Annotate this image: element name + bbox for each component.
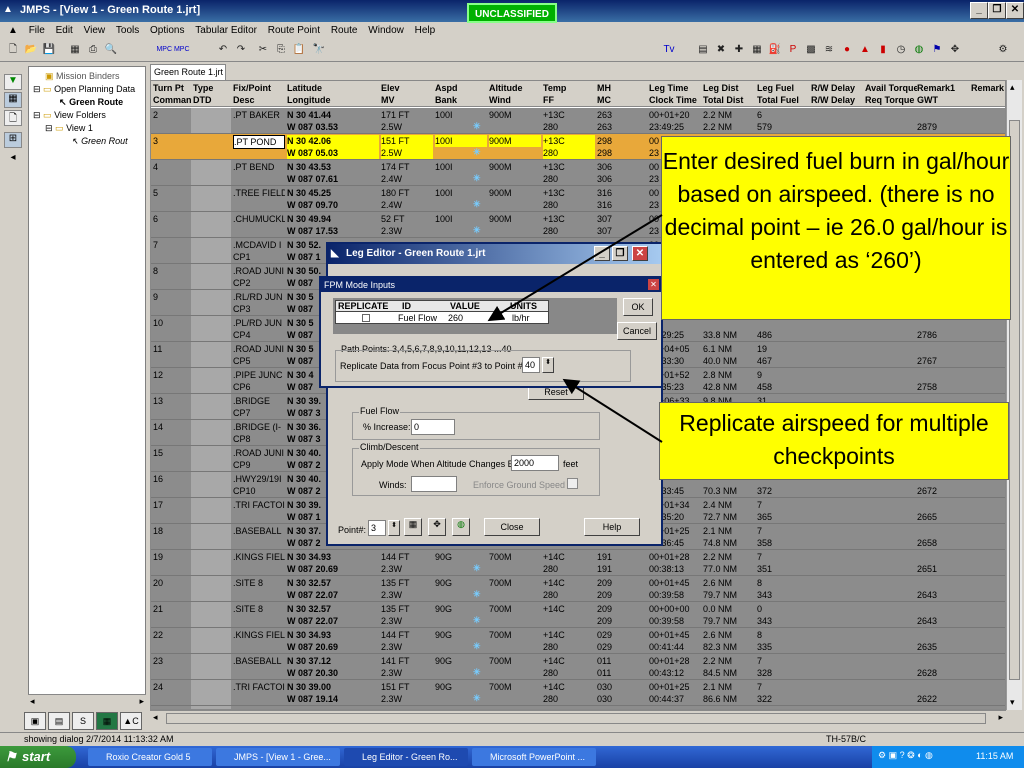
- status-bar: showing dialog 2/7/2014 11:13:32 AM TH-5…: [0, 732, 1024, 746]
- task-leg-editor[interactable]: Leg Editor - Green Ro...: [344, 748, 468, 766]
- task-jmps[interactable]: JMPS - [View 1 - Gree...: [216, 748, 340, 766]
- taskbar: ⚑ start Roxio Creator Gold 5 JMPS - [View…: [0, 746, 1024, 768]
- clock: 11:15 AM: [976, 751, 1014, 761]
- start-button[interactable]: ⚑ start: [0, 746, 76, 768]
- system-tray: ⚙ ▣ ? ❂ ◐ ◍ 11:15 AM: [872, 746, 1024, 768]
- callout-arrows: [487, 214, 663, 443]
- windows-flag-icon: ⚑: [5, 749, 17, 764]
- replicate-arrow: [562, 378, 663, 443]
- task-powerpoint[interactable]: Microsoft PowerPoint ...: [472, 748, 596, 766]
- aircraft-label: TH-57B/C: [826, 734, 867, 744]
- task-roxio[interactable]: Roxio Creator Gold 5: [88, 748, 212, 766]
- tray-icons[interactable]: ⚙ ▣ ? ❂ ◐ ◍: [878, 750, 933, 761]
- fuel-arrow: [487, 214, 663, 322]
- status-text: showing dialog 2/7/2014 11:13:32 AM: [24, 734, 174, 744]
